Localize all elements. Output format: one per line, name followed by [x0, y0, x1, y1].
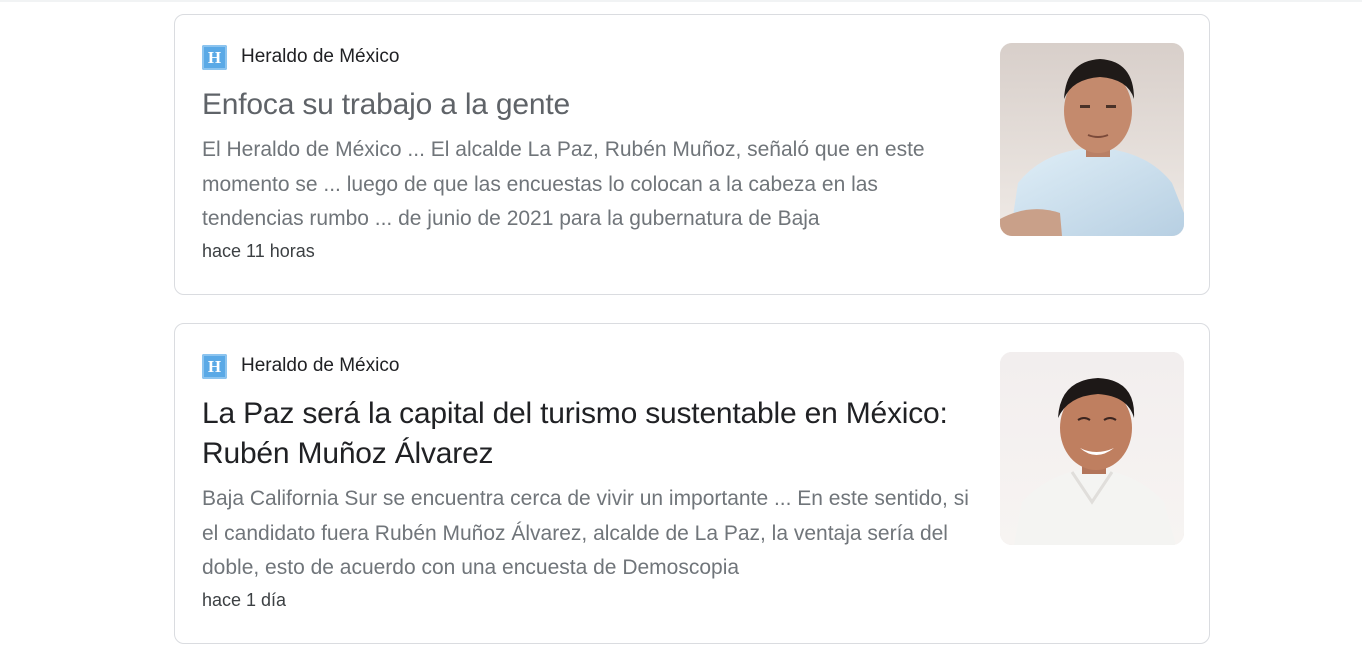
news-thumbnail[interactable]	[1000, 352, 1184, 545]
news-source: H Heraldo de México	[202, 352, 972, 380]
portrait-photo-image	[1000, 352, 1184, 545]
news-source-name: Heraldo de México	[241, 46, 400, 67]
portrait-photo-image	[1000, 43, 1184, 236]
news-headline-link[interactable]: Enfoca su trabajo a la gente	[202, 85, 972, 125]
news-snippet: Baja California Sur se encuentra cerca d…	[202, 487, 969, 579]
news-source: H Heraldo de México	[202, 43, 972, 71]
news-card[interactable]: H Heraldo de México Enfoca su trabajo a …	[174, 14, 1210, 295]
heraldo-favicon-icon: H	[202, 353, 227, 379]
news-snippet: El Heraldo de México ... El alcalde La P…	[202, 138, 925, 230]
news-card-body: H Heraldo de México Enfoca su trabajo a …	[202, 43, 972, 265]
news-source-name: Heraldo de México	[241, 355, 400, 376]
top-divider	[0, 0, 1362, 2]
news-thumbnail[interactable]	[1000, 43, 1184, 236]
news-timestamp: hace 1 día	[202, 589, 287, 610]
heraldo-favicon-icon: H	[202, 44, 227, 70]
news-card-body: H Heraldo de México La Paz será la capit…	[202, 352, 972, 614]
news-timestamp: hace 11 horas	[202, 240, 315, 261]
news-headline-link[interactable]: La Paz será la capital del turismo suste…	[202, 394, 972, 474]
news-card[interactable]: H Heraldo de México La Paz será la capit…	[174, 323, 1210, 644]
news-feed: H Heraldo de México Enfoca su trabajo a …	[174, 14, 1210, 644]
